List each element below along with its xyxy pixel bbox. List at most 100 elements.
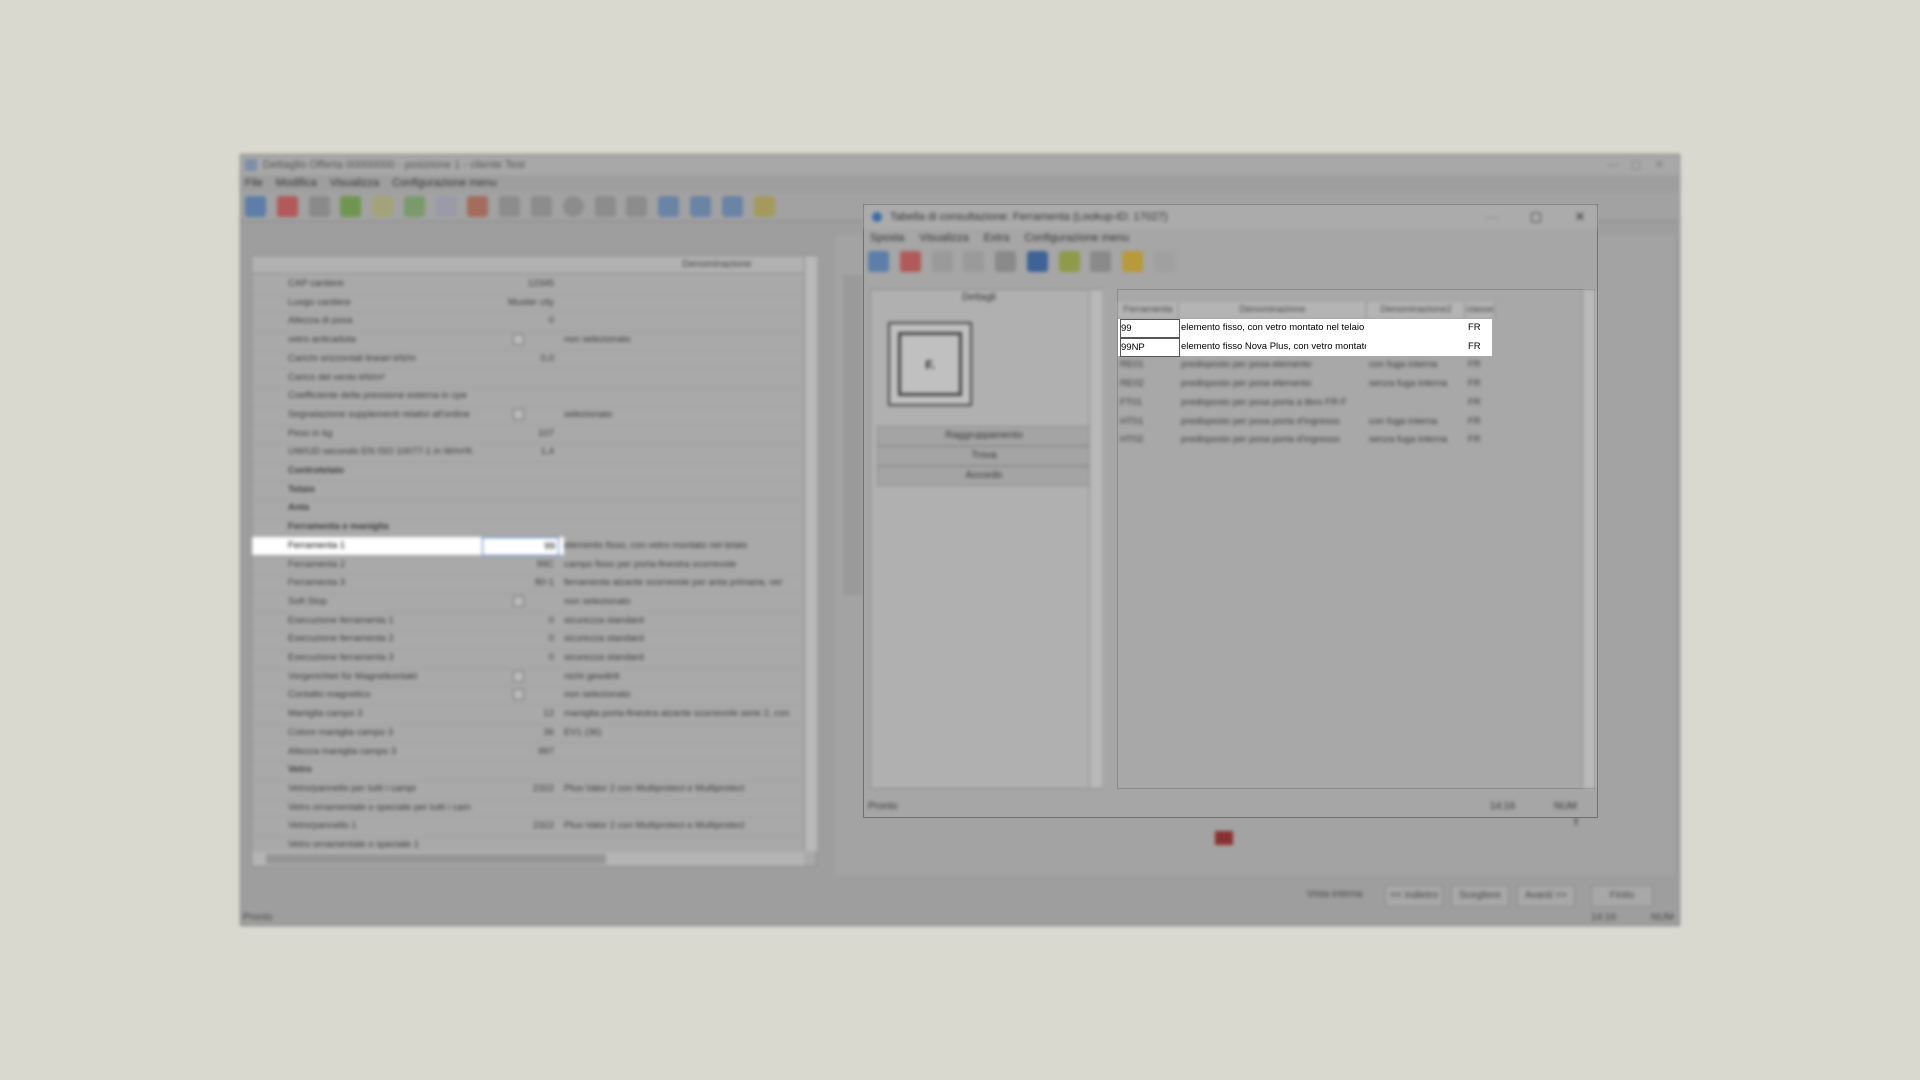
checkbox-icon[interactable] (512, 334, 524, 346)
property-checkbox[interactable] (482, 406, 554, 425)
dlg-export-icon[interactable] (1154, 251, 1176, 272)
lookup-row[interactable]: HT02 predisposto per posa porta d'ingress… (1118, 431, 1492, 450)
property-value[interactable]: 12 (482, 705, 554, 724)
property-row[interactable]: Controtelaio (252, 462, 802, 482)
property-value[interactable]: 0 (482, 630, 554, 649)
property-row[interactable]: Segnalazione supplementi relativi all'or… (252, 406, 802, 426)
prev-icon[interactable] (531, 196, 553, 217)
finish-button[interactable]: Finito (1591, 885, 1653, 907)
close-icon[interactable]: ✕ (1655, 155, 1664, 175)
hscroll-thumb[interactable] (266, 854, 606, 864)
dlg-stop-icon[interactable] (899, 251, 921, 272)
dlg-print-icon[interactable] (963, 251, 985, 272)
property-row[interactable]: Soft Stop non selezionato (252, 593, 802, 613)
property-row[interactable]: Vorgerichtet für Magnetkontakt nicht gewä… (252, 668, 802, 688)
globe-icon[interactable] (245, 196, 266, 217)
checkbox-icon[interactable] (512, 595, 524, 607)
property-value[interactable]: 997 (482, 743, 554, 762)
property-row[interactable]: Vetro ornamentale o speciale 1 (252, 836, 802, 850)
property-value[interactable]: 12345 (482, 275, 554, 294)
accordion-accordo[interactable]: Accordo (877, 466, 1091, 486)
property-row[interactable]: Carichi orizzontali lineari kN/m 0,0 (252, 350, 802, 370)
property-row[interactable]: Colore maniglia campo 3 36 EV1 (36) (252, 724, 802, 744)
property-checkbox[interactable] (482, 668, 554, 687)
property-row[interactable]: Ferramenta e maniglia (252, 518, 802, 538)
lookup-row[interactable]: 99NP elemento fisso Nova Plus, con vetro … (1118, 337, 1492, 357)
lookup-row[interactable]: FT01 predisposto per posa porta a libro F… (1118, 394, 1492, 413)
record-icon[interactable] (562, 196, 584, 217)
property-row[interactable]: Peso in kg 107 (252, 425, 802, 445)
menu-modifica[interactable]: Modifica (276, 177, 317, 189)
property-row[interactable]: UW/UD secondo EN ISO 10077-1 in W/m²K 1,4 (252, 443, 802, 463)
menu-configurazione[interactable]: Configurazione menu (392, 177, 497, 189)
col-denominazione[interactable]: Denominazione (1179, 302, 1367, 318)
property-row[interactable]: vetro anticaduta non selezionato (252, 331, 802, 351)
property-value[interactable]: 0 (482, 612, 554, 631)
minimize-icon[interactable]: — (1607, 155, 1618, 175)
dlg-pen-icon[interactable] (1090, 251, 1112, 272)
property-row[interactable]: Ferramenta 2 99C campo fisso per porta-fin… (252, 556, 802, 576)
dlg-refresh-icon[interactable] (1058, 251, 1080, 272)
property-row[interactable]: Contatto magnetico non selezionato (252, 686, 802, 707)
lookup-row[interactable]: RE01 predisposto per posa elemento con fug… (1118, 356, 1492, 375)
accordion-trova[interactable]: Trova (877, 446, 1091, 466)
checkbox-icon[interactable] (512, 408, 524, 420)
dlg-menu-extra[interactable]: Extra (984, 232, 1010, 244)
grid-vscrollbar[interactable] (804, 256, 817, 851)
tools-icon[interactable] (308, 196, 330, 217)
property-row[interactable]: Coefficiente della pressione esterna in … (252, 387, 802, 407)
window-icon[interactable] (658, 196, 680, 217)
property-row[interactable]: Ferramenta 3 80-1 ferramenta alzante scorr… (252, 574, 802, 594)
dialog-maximize-icon[interactable]: ▢ (1528, 209, 1544, 225)
vista-interna-label[interactable]: Vista interna (1307, 889, 1362, 900)
property-value[interactable]: Muster city (482, 294, 554, 313)
property-row[interactable]: Luogo cantiere Muster city (252, 294, 802, 314)
property-row[interactable]: Altezza di posa 0 (252, 312, 802, 333)
lookup-row[interactable]: RE02 predisposto per posa elemento senza f… (1118, 375, 1492, 394)
property-value[interactable]: 107 (482, 425, 554, 444)
property-row[interactable]: Telaio (252, 481, 802, 501)
dialog-minimize-icon[interactable]: — (1484, 209, 1500, 225)
col-denominazione2[interactable]: Denominazione2 (1367, 302, 1466, 318)
property-value[interactable]: 36 (482, 724, 554, 743)
property-row[interactable]: Esecuzione ferramenta 1 0 sicurezza standa… (252, 612, 802, 632)
property-row[interactable]: Ferramenta 1 99 elemento fisso, con vetro … (252, 536, 804, 557)
screen-icon[interactable] (721, 196, 743, 217)
property-value[interactable]: 0 (482, 649, 554, 668)
dialog-close-icon[interactable]: ✕ (1572, 209, 1588, 225)
layout-icon[interactable] (689, 196, 711, 217)
property-checkbox[interactable] (482, 331, 554, 350)
property-row[interactable]: Esecuzione ferramenta 3 0 sicurezza standa… (252, 649, 802, 669)
property-row[interactable]: Maniglia campo 3 12 maniglia porta-finestr… (252, 705, 802, 725)
accordion-raggruppamento[interactable]: Raggruppamento (877, 426, 1091, 446)
maximize-icon[interactable]: ▢ (1631, 155, 1641, 175)
key-icon[interactable] (753, 196, 775, 217)
dlg-star-icon[interactable] (1122, 251, 1144, 272)
col-ferramenta[interactable]: Ferramenta (1118, 302, 1179, 318)
dlg-globe-icon[interactable] (868, 251, 889, 272)
dlg-page-icon[interactable] (931, 251, 953, 272)
property-value[interactable]: 1,4 (482, 443, 554, 462)
next-button[interactable]: Avanti >> (1517, 885, 1575, 907)
property-value[interactable]: 2322 (482, 817, 554, 836)
grid-hscrollbar[interactable] (252, 852, 804, 866)
property-row[interactable]: Anta (252, 499, 802, 520)
stop-icon[interactable] (276, 196, 298, 217)
property-value[interactable]: 99C (482, 556, 554, 575)
dlg-menu-sposta[interactable]: Sposta (870, 232, 904, 244)
edit-icon[interactable] (372, 196, 394, 217)
property-value[interactable]: 80-1 (482, 574, 554, 593)
property-row[interactable]: Esecuzione ferramenta 2 0 sicurezza standa… (252, 630, 802, 650)
property-value[interactable]: 2322 (482, 780, 554, 799)
dlg-menu-configurazione[interactable]: Configurazione menu (1024, 232, 1129, 244)
property-value[interactable]: 0 (482, 312, 554, 331)
table-scrollbar[interactable] (1582, 290, 1595, 788)
back-button[interactable]: << Indietro (1385, 885, 1443, 907)
dlg-filter-icon[interactable] (995, 251, 1017, 272)
menu-visualizza[interactable]: Visualizza (330, 177, 379, 189)
lookup-row[interactable]: 99 elemento fisso, con vetro montato nel … (1118, 319, 1492, 338)
property-row[interactable]: Vetro ornamentale o speciale per tutti i… (252, 799, 802, 819)
last-icon[interactable] (626, 196, 648, 217)
document-icon[interactable] (435, 196, 457, 217)
checkbox-icon[interactable] (512, 689, 524, 701)
